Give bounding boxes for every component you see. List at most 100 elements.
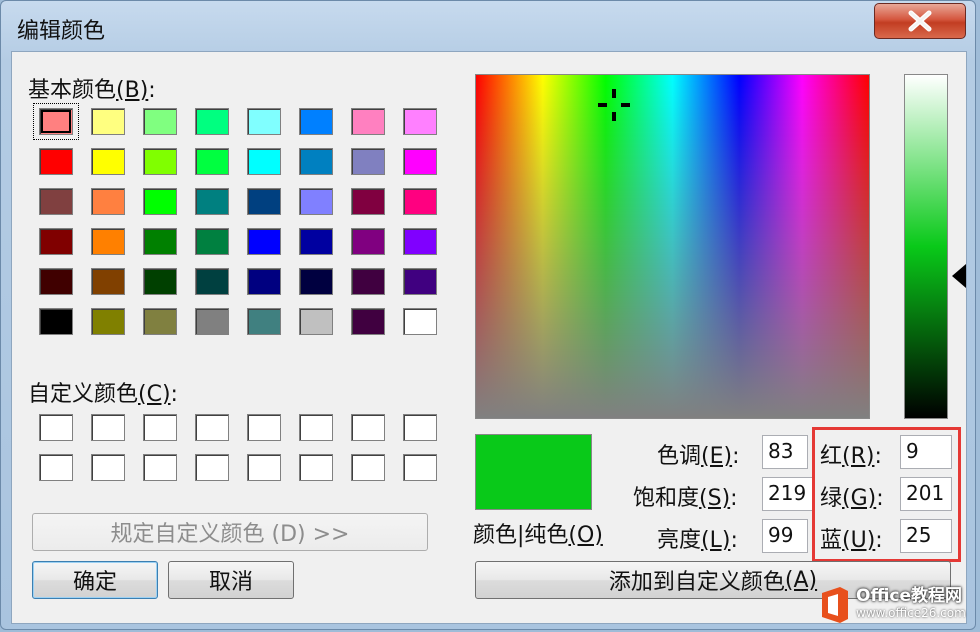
basic-color-swatch[interactable] — [136, 222, 188, 262]
basic-color-swatch[interactable] — [188, 222, 240, 262]
color-swatch-fill — [39, 268, 73, 295]
color-swatch-fill — [143, 108, 177, 135]
basic-color-swatch[interactable] — [344, 302, 396, 342]
basic-color-swatch[interactable] — [344, 182, 396, 222]
custom-color-swatch[interactable] — [344, 408, 396, 448]
custom-color-swatch[interactable] — [32, 448, 84, 488]
basic-color-swatch[interactable] — [84, 182, 136, 222]
basic-color-swatch[interactable] — [292, 222, 344, 262]
color-spectrum-picker[interactable] — [475, 74, 870, 419]
color-swatch-fill — [403, 454, 437, 481]
custom-color-swatch[interactable] — [396, 448, 448, 488]
custom-color-swatch[interactable] — [292, 408, 344, 448]
color-swatch-fill — [351, 268, 385, 295]
color-swatch-fill — [143, 268, 177, 295]
color-swatch-fill — [143, 454, 177, 481]
hue-input[interactable]: 83 — [762, 435, 808, 469]
basic-color-swatch[interactable] — [136, 102, 188, 142]
color-swatch-fill — [195, 454, 229, 481]
custom-color-swatch[interactable] — [32, 408, 84, 448]
color-swatch-fill — [403, 268, 437, 295]
basic-color-swatch[interactable] — [32, 102, 84, 142]
define-custom-colors-button[interactable]: 规定自定义颜色 (D) >> — [32, 513, 428, 551]
close-button[interactable] — [874, 3, 966, 39]
custom-color-swatch[interactable] — [240, 448, 292, 488]
basic-color-swatch[interactable] — [84, 262, 136, 302]
basic-color-swatch[interactable] — [188, 262, 240, 302]
basic-color-swatch[interactable] — [396, 262, 448, 302]
basic-color-swatch[interactable] — [136, 142, 188, 182]
basic-color-swatch[interactable] — [84, 142, 136, 182]
basic-color-swatch[interactable] — [136, 182, 188, 222]
basic-color-swatch[interactable] — [188, 302, 240, 342]
luminance-input[interactable]: 99 — [762, 519, 808, 553]
basic-color-swatch[interactable] — [240, 142, 292, 182]
basic-color-swatch[interactable] — [84, 302, 136, 342]
custom-color-swatch[interactable] — [396, 408, 448, 448]
basic-color-swatch[interactable] — [240, 302, 292, 342]
basic-color-swatch[interactable] — [84, 222, 136, 262]
custom-color-swatch[interactable] — [240, 408, 292, 448]
basic-color-swatch[interactable] — [292, 182, 344, 222]
custom-color-swatch[interactable] — [84, 448, 136, 488]
color-swatch-fill — [39, 228, 73, 255]
color-swatch-fill — [91, 228, 125, 255]
basic-color-swatch[interactable] — [240, 102, 292, 142]
basic-color-swatch[interactable] — [240, 182, 292, 222]
cancel-button[interactable]: 取消 — [168, 561, 294, 599]
color-swatch-fill — [351, 308, 385, 335]
basic-color-swatch[interactable] — [32, 142, 84, 182]
custom-color-swatch[interactable] — [344, 448, 396, 488]
color-swatch-fill — [299, 148, 333, 175]
custom-color-swatch[interactable] — [292, 448, 344, 488]
basic-color-swatch[interactable] — [344, 262, 396, 302]
color-swatch-fill — [351, 108, 385, 135]
color-preview-swatch — [475, 434, 592, 510]
custom-color-swatch[interactable] — [188, 448, 240, 488]
custom-color-swatch[interactable] — [136, 448, 188, 488]
basic-color-swatch[interactable] — [396, 222, 448, 262]
basic-color-swatch[interactable] — [396, 182, 448, 222]
basic-color-swatch[interactable] — [292, 142, 344, 182]
basic-color-swatch[interactable] — [188, 142, 240, 182]
basic-color-swatch[interactable] — [292, 262, 344, 302]
basic-color-swatch[interactable] — [240, 222, 292, 262]
color-swatch-fill — [143, 414, 177, 441]
color-swatch-fill — [299, 454, 333, 481]
basic-color-swatch[interactable] — [32, 262, 84, 302]
luminance-slider-arrow-icon[interactable] — [952, 264, 966, 288]
ok-button[interactable]: 确定 — [32, 561, 158, 599]
color-swatch-fill — [195, 308, 229, 335]
color-swatch-fill — [39, 454, 73, 481]
basic-color-swatch[interactable] — [344, 142, 396, 182]
basic-color-swatch[interactable] — [136, 302, 188, 342]
hue-label: 色调(E): — [657, 444, 740, 469]
basic-color-swatch[interactable] — [292, 302, 344, 342]
saturation-input[interactable]: 219 — [762, 477, 814, 511]
color-swatch-fill — [403, 188, 437, 215]
color-swatch-fill — [403, 108, 437, 135]
color-swatch-fill — [91, 268, 125, 295]
color-swatch-fill — [403, 148, 437, 175]
basic-color-swatch[interactable] — [292, 102, 344, 142]
basic-color-swatch[interactable] — [32, 182, 84, 222]
basic-color-swatch[interactable] — [136, 262, 188, 302]
basic-color-swatch[interactable] — [84, 102, 136, 142]
basic-color-swatch[interactable] — [396, 302, 448, 342]
basic-color-swatch[interactable] — [188, 182, 240, 222]
basic-color-swatch[interactable] — [396, 142, 448, 182]
basic-color-swatch[interactable] — [240, 262, 292, 302]
basic-color-swatch[interactable] — [344, 222, 396, 262]
basic-color-swatch[interactable] — [344, 102, 396, 142]
basic-color-swatch[interactable] — [396, 102, 448, 142]
basic-color-swatch[interactable] — [32, 222, 84, 262]
custom-color-swatch[interactable] — [136, 408, 188, 448]
custom-color-swatch[interactable] — [84, 408, 136, 448]
luminance-slider[interactable] — [904, 74, 948, 419]
custom-color-swatch[interactable] — [188, 408, 240, 448]
color-swatch-fill — [91, 414, 125, 441]
basic-color-swatch[interactable] — [188, 102, 240, 142]
basic-color-swatch[interactable] — [32, 302, 84, 342]
crosshair-cursor-icon — [598, 89, 630, 121]
color-swatch-fill — [351, 414, 385, 441]
